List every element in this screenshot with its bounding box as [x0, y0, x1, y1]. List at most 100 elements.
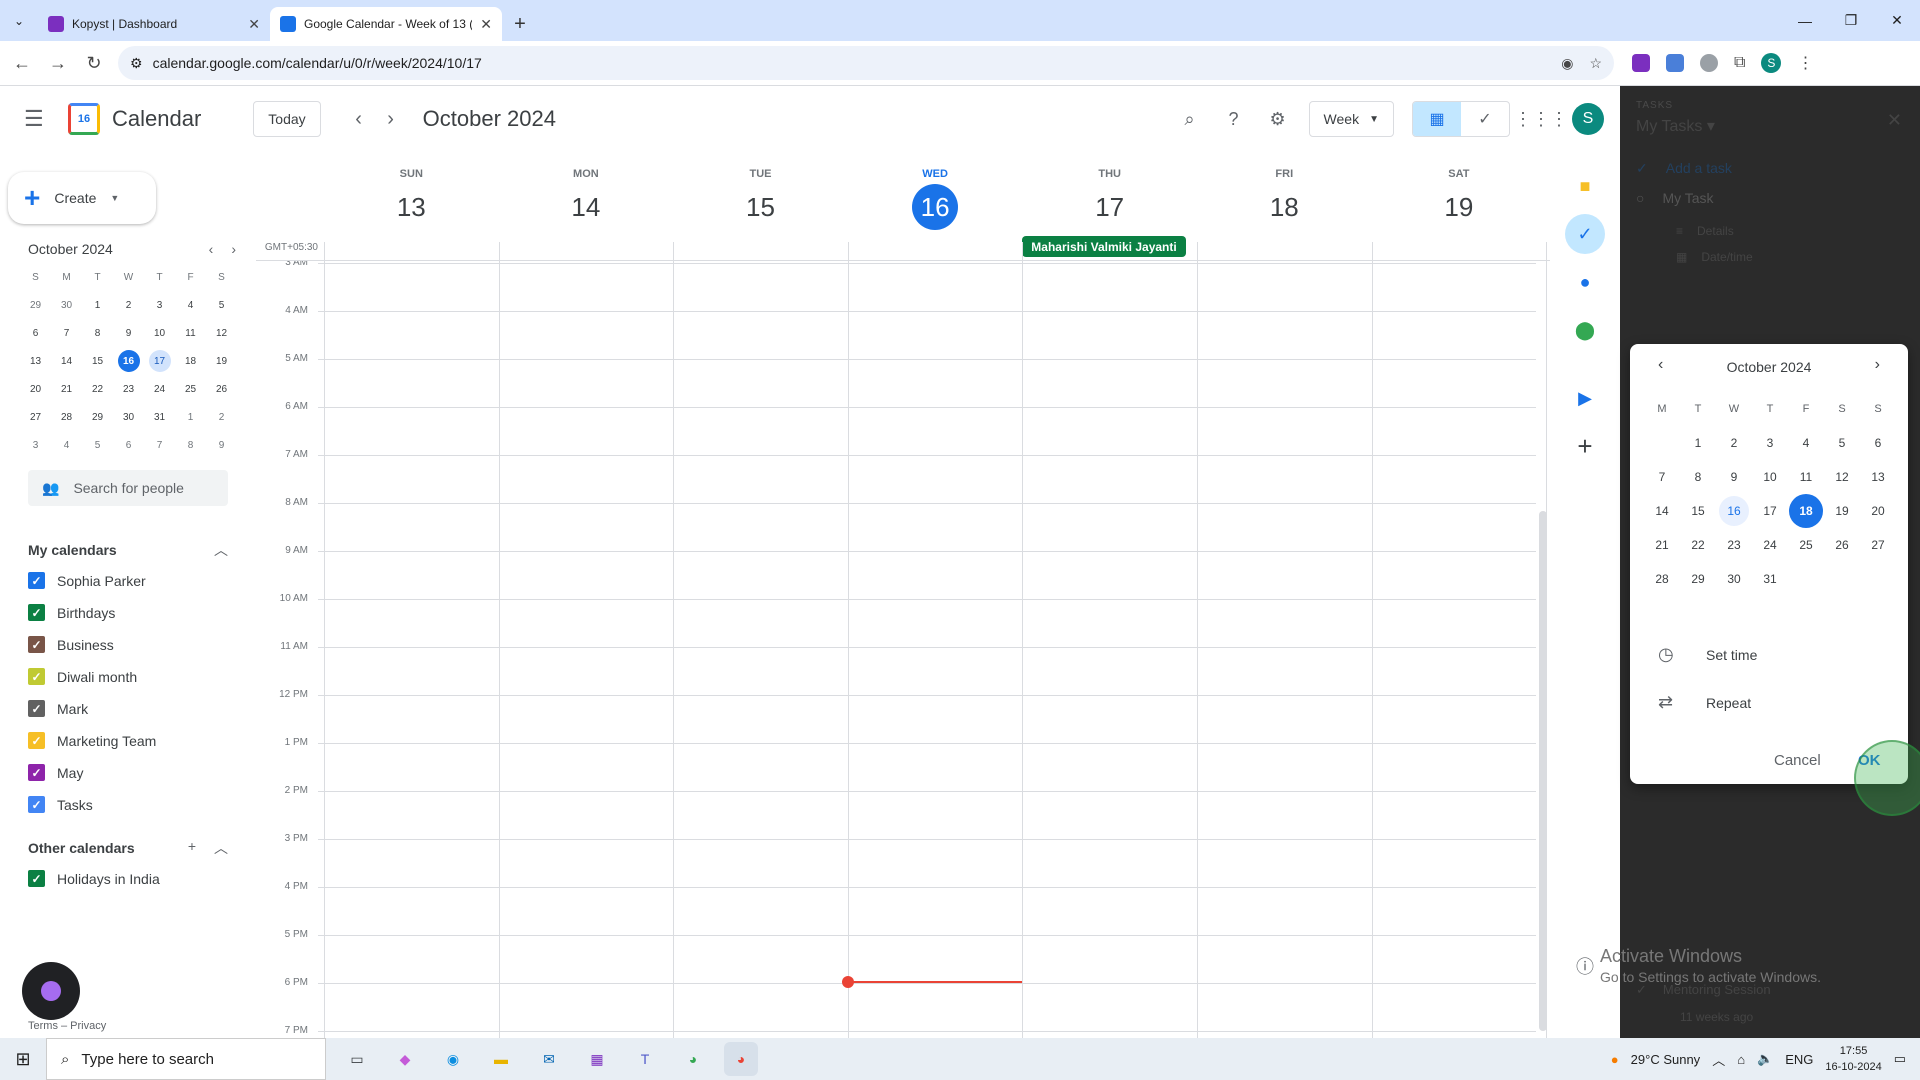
mini-day[interactable]: 17 [148, 350, 171, 372]
mini-day[interactable]: 22 [82, 378, 113, 400]
today-button[interactable]: Today [253, 101, 321, 137]
mini-day[interactable]: 11 [175, 322, 206, 344]
close-window-icon[interactable]: ✕ [1874, 0, 1920, 41]
mini-day[interactable]: 3 [144, 294, 175, 316]
mini-day[interactable]: 7 [51, 322, 82, 344]
mini-day[interactable]: 25 [175, 378, 206, 400]
keep-icon[interactable]: ■ [1565, 166, 1605, 206]
picker-day[interactable]: 8 [1680, 464, 1716, 490]
picker-day[interactable]: 19 [1824, 498, 1860, 524]
apps-grid-icon[interactable]: ⋮⋮⋮ [1514, 106, 1568, 132]
picker-day[interactable]: 23 [1716, 532, 1752, 558]
kopyst-app-icon[interactable]: ▦ [580, 1042, 614, 1076]
picker-day[interactable]: 16 [1719, 496, 1749, 526]
mini-day[interactable]: 14 [51, 350, 82, 372]
mini-prev-month-icon[interactable]: ‹ [209, 241, 214, 257]
picker-day[interactable]: 30 [1716, 566, 1752, 592]
weather-icon[interactable]: ● [1611, 1052, 1619, 1067]
day-number[interactable]: 16 [912, 184, 959, 230]
checkbox-icon[interactable]: ✓ [28, 604, 45, 621]
url-field[interactable]: ⚙ calendar.google.com/calendar/u/0/r/wee… [118, 46, 1614, 80]
mini-day[interactable]: 1 [175, 406, 206, 428]
mini-day[interactable]: 2 [206, 406, 237, 428]
picker-day[interactable]: 5 [1824, 430, 1860, 456]
checkbox-icon[interactable]: ✓ [28, 668, 45, 685]
previous-week-icon[interactable]: ‹ [343, 108, 375, 131]
mini-day[interactable]: 1 [82, 294, 113, 316]
mini-day[interactable]: 2 [113, 294, 144, 316]
arc-extension-icon[interactable] [1700, 54, 1718, 72]
chrome-icon[interactable]: ◕ [676, 1042, 710, 1076]
picker-day[interactable]: 26 [1824, 532, 1860, 558]
day-number[interactable]: 13 [388, 184, 434, 230]
checkbox-icon[interactable]: ✓ [28, 796, 45, 813]
day-number[interactable]: 14 [563, 184, 609, 230]
picker-day[interactable]: 7 [1644, 464, 1680, 490]
picker-day[interactable]: 18 [1789, 494, 1823, 528]
mini-day[interactable]: 8 [175, 434, 206, 456]
mini-day[interactable]: 30 [113, 406, 144, 428]
mini-day[interactable]: 15 [82, 350, 113, 372]
mini-day[interactable]: 6 [20, 322, 51, 344]
add-task-button[interactable]: ✓ Add a task [1636, 160, 1732, 177]
mini-day[interactable]: 8 [82, 322, 113, 344]
network-icon[interactable]: ⌂ [1737, 1052, 1745, 1067]
mini-day[interactable]: 28 [51, 406, 82, 428]
picker-day[interactable]: 24 [1752, 532, 1788, 558]
checkbox-icon[interactable]: ✓ [28, 764, 45, 781]
picker-day[interactable]: 1 [1680, 430, 1716, 456]
mail-icon[interactable]: ✉ [532, 1042, 566, 1076]
close-panel-icon[interactable]: ✕ [1887, 110, 1902, 131]
mini-day[interactable]: 27 [20, 406, 51, 428]
other-calendars-header[interactable]: Other calendars + ︿ [28, 838, 228, 858]
picker-day[interactable]: 14 [1644, 498, 1680, 524]
forward-icon[interactable]: → [44, 49, 72, 77]
profile-avatar[interactable]: S [1761, 53, 1782, 73]
reload-icon[interactable]: ↻ [80, 49, 108, 77]
eye-icon[interactable]: ◉ [1561, 55, 1573, 72]
set-time-row[interactable]: ◷ Set time [1658, 644, 1757, 665]
day-header[interactable]: SAT 19 [1372, 152, 1547, 260]
calendar-item[interactable]: ✓ Tasks [28, 796, 93, 813]
calendar-item[interactable]: ✓ Birthdays [28, 604, 115, 621]
mini-day[interactable]: 4 [175, 294, 206, 316]
terms-privacy-links[interactable]: Terms – Privacy [28, 1020, 106, 1032]
tab-google-calendar[interactable]: Google Calendar - Week of 13 ( ✕ [270, 7, 502, 41]
day-header[interactable]: FRI 18 [1197, 152, 1372, 260]
close-tab-icon[interactable]: ✕ [480, 16, 492, 33]
edge-icon[interactable]: ◉ [436, 1042, 470, 1076]
day-header[interactable]: SUN 13 [324, 152, 499, 260]
assistant-bubble-icon[interactable] [22, 962, 80, 1020]
taskbar-search-input[interactable]: ⌕ Type here to search [46, 1038, 326, 1080]
picker-day[interactable]: 28 [1644, 566, 1680, 592]
info-icon[interactable]: ⓘ [1565, 946, 1605, 986]
checkbox-icon[interactable]: ✓ [28, 732, 45, 749]
contacts-icon[interactable]: ● [1565, 262, 1605, 302]
mini-day[interactable]: 29 [20, 294, 51, 316]
weather-text[interactable]: 29°C Sunny [1631, 1052, 1701, 1067]
notifications-icon[interactable]: ▭ [1894, 1051, 1906, 1067]
task-details[interactable]: ≡ Details [1676, 224, 1734, 238]
task-circle-icon[interactable]: ○ [1636, 190, 1644, 206]
language-indicator[interactable]: ENG [1785, 1052, 1813, 1067]
picker-day[interactable]: 29 [1680, 566, 1716, 592]
day-header[interactable]: MON 14 [499, 152, 674, 260]
day-header[interactable]: WED 16 [848, 152, 1023, 260]
checkbox-icon[interactable]: ✓ [28, 870, 45, 887]
collapse-chevron-icon[interactable]: ︿ [214, 540, 228, 560]
account-avatar[interactable]: S [1572, 103, 1604, 135]
day-number[interactable]: 19 [1436, 184, 1482, 230]
holiday-event[interactable]: Maharishi Valmiki Jayanti [1022, 236, 1186, 257]
view-selector[interactable]: Week ▼ [1308, 101, 1394, 137]
day-number[interactable]: 17 [1087, 184, 1133, 230]
picker-day[interactable]: 9 [1716, 464, 1752, 490]
mini-day[interactable]: 6 [113, 434, 144, 456]
close-tab-icon[interactable]: ✕ [248, 16, 260, 33]
task-item[interactable]: ○ My Task [1636, 190, 1714, 206]
mini-day[interactable]: 19 [206, 350, 237, 372]
browser-menu-icon[interactable]: ⋮ [1797, 53, 1813, 73]
picker-day[interactable]: 17 [1752, 498, 1788, 524]
calendar-item[interactable]: ✓ May [28, 764, 83, 781]
back-icon[interactable]: ← [8, 49, 36, 77]
get-addons-icon[interactable]: + [1565, 426, 1605, 466]
